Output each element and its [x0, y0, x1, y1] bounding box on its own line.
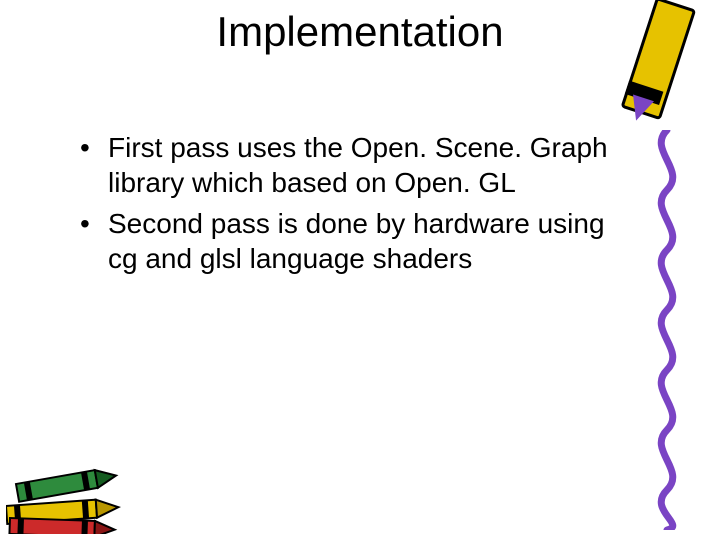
bullet-item: Second pass is done by hardware using cg… — [80, 206, 640, 276]
crayons-icon — [6, 414, 146, 534]
squiggle-icon — [642, 130, 692, 530]
slide-title: Implementation — [0, 8, 720, 56]
slide: Implementation First pass uses the Open.… — [0, 0, 720, 540]
bullet-item: First pass uses the Open. Scene. Graph l… — [80, 130, 640, 200]
bullet-list: First pass uses the Open. Scene. Graph l… — [80, 130, 640, 276]
slide-body: First pass uses the Open. Scene. Graph l… — [80, 130, 640, 282]
